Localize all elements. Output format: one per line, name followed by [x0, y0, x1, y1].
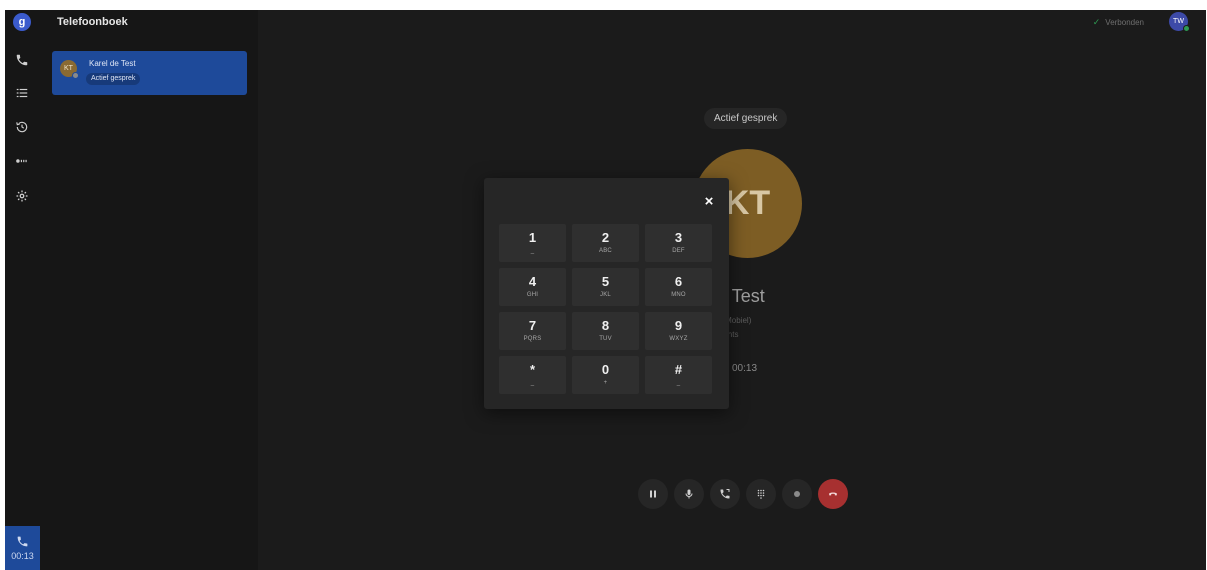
- key-digit: 9: [674, 318, 683, 333]
- list-icon[interactable]: [12, 83, 32, 103]
- pause-icon: [650, 490, 656, 498]
- key-letters: _: [530, 380, 535, 386]
- key-digit: 0: [601, 362, 610, 377]
- contact-card[interactable]: KT Karel de Test Actief gesprek: [52, 51, 247, 95]
- key-digit: 1: [528, 230, 537, 245]
- dialpad-key-8[interactable]: 8 TUV: [572, 312, 639, 350]
- hold-button[interactable]: [638, 479, 668, 509]
- call-controls: [638, 479, 848, 509]
- key-letters: _: [676, 380, 681, 386]
- dialpad-key-2[interactable]: 2 ABC: [572, 224, 639, 262]
- key-digit: 4: [528, 274, 537, 289]
- transfer-call-icon: [720, 489, 730, 499]
- call-view: Actief gesprek KT l de Test 75639 (Mobie…: [258, 10, 1206, 570]
- key-digit: 8: [601, 318, 610, 333]
- dialpad-key-9[interactable]: 9 WXYZ: [645, 312, 712, 350]
- keypad-button[interactable]: [746, 479, 776, 509]
- gear-icon[interactable]: [12, 186, 32, 206]
- key-letters: +: [603, 380, 608, 386]
- app-window: g 00:13 Telefoonboek KT Karel de Test Ac…: [5, 10, 1206, 570]
- phonebook-panel: Telefoonboek KT Karel de Test Actief ges…: [40, 10, 258, 570]
- phonebook-title: Telefoonboek: [57, 16, 128, 28]
- key-digit: 6: [674, 274, 683, 289]
- contact-avatar: KT: [60, 60, 79, 79]
- call-timer: 00:13: [732, 363, 758, 374]
- active-call-timer: 00:13: [11, 551, 34, 561]
- key-digit: 3: [674, 230, 683, 245]
- dialpad-modal: × 1 _ 2 ABC 3 DEF 4 GHI 5 JKL 6 MNO 7 PQRS 8 TUV…: [484, 178, 729, 409]
- history-icon[interactable]: [12, 117, 32, 137]
- key-digit: 5: [601, 274, 610, 289]
- voicemail-icon[interactable]: [12, 151, 32, 171]
- dialpad-key-7[interactable]: 7 PQRS: [499, 312, 566, 350]
- dialpad-key-4[interactable]: 4 GHI: [499, 268, 566, 306]
- dialpad-keys: 1 _ 2 ABC 3 DEF 4 GHI 5 JKL 6 MNO 7 PQRS 8 TUV 9…: [499, 224, 712, 394]
- key-digit: 2: [601, 230, 610, 245]
- key-letters: MNO: [671, 292, 686, 298]
- dialpad-key-3[interactable]: 3 DEF: [645, 224, 712, 262]
- key-letters: JKL: [600, 292, 611, 298]
- key-letters: TUV: [599, 336, 612, 342]
- transfer-button[interactable]: [710, 479, 740, 509]
- app-logo[interactable]: g: [13, 13, 31, 31]
- key-letters: WXYZ: [669, 336, 688, 342]
- phone-icon[interactable]: [12, 50, 32, 70]
- dialpad-key-0[interactable]: 0 +: [572, 356, 639, 394]
- key-digit: *: [529, 362, 536, 377]
- key-letters: _: [530, 248, 535, 254]
- dialpad-key-hash[interactable]: # _: [645, 356, 712, 394]
- key-letters: DEF: [672, 248, 685, 254]
- microphone-icon: [685, 489, 693, 499]
- key-digit: 7: [528, 318, 537, 333]
- key-letters: PQRS: [523, 336, 542, 342]
- hangup-icon: [829, 492, 837, 496]
- dialpad-key-1[interactable]: 1 _: [499, 224, 566, 262]
- hangup-button[interactable]: [818, 479, 848, 509]
- record-button[interactable]: [782, 479, 812, 509]
- contact-initials: KT: [64, 65, 73, 72]
- dialpad-icon: [757, 489, 765, 499]
- presence-dot: [72, 72, 79, 79]
- key-letters: ABC: [599, 248, 612, 254]
- record-icon: [794, 491, 800, 497]
- active-call-indicator[interactable]: 00:13: [5, 526, 40, 570]
- dialpad-key-6[interactable]: 6 MNO: [645, 268, 712, 306]
- phone-icon: [17, 536, 28, 547]
- nav-rail: g 00:13: [5, 10, 40, 570]
- key-digit: #: [674, 362, 683, 377]
- contact-status-badge: Actief gesprek: [86, 73, 141, 85]
- call-status-badge: Actief gesprek: [704, 108, 788, 129]
- dialpad-key-star[interactable]: * _: [499, 356, 566, 394]
- mute-button[interactable]: [674, 479, 704, 509]
- contact-name: Karel de Test: [89, 59, 136, 68]
- key-letters: GHI: [526, 292, 539, 298]
- close-icon[interactable]: ×: [702, 194, 716, 209]
- dialpad-key-5[interactable]: 5 JKL: [572, 268, 639, 306]
